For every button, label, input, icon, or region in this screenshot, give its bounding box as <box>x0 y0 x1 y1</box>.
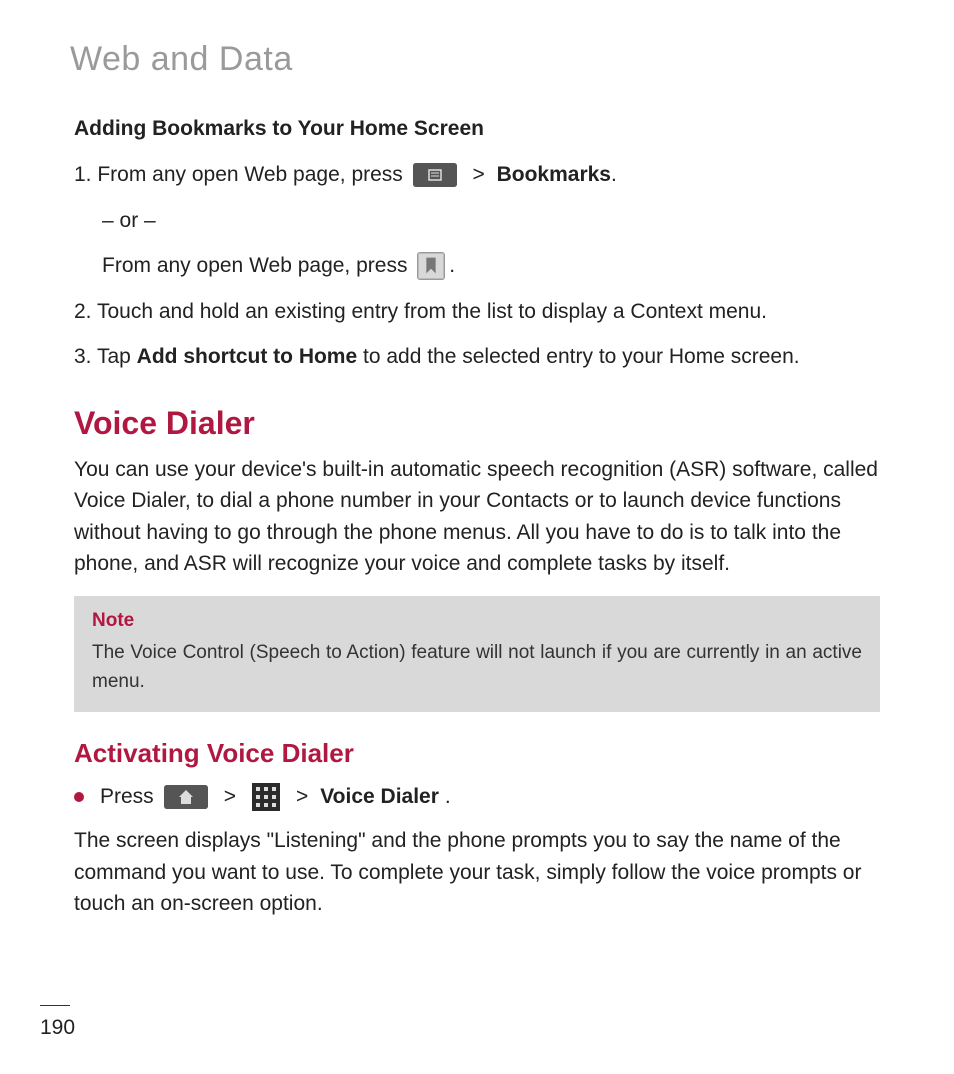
apps-grid-icon <box>252 783 280 811</box>
page-header: Web and Data <box>70 40 884 79</box>
step-1-alt: From any open Web page, press . <box>102 250 884 282</box>
step-3: 3. Tap Add shortcut to Home to add the s… <box>74 341 884 373</box>
press-instruction: Press > > Voice Dialer. <box>74 783 884 811</box>
voice-dialer-post: . <box>445 785 451 809</box>
note-text: The Voice Control (Speech to Action) fea… <box>92 638 862 697</box>
breadcrumb-separator: > <box>296 785 308 809</box>
step-3-post: to add the selected entry to your Home s… <box>357 345 799 368</box>
note-box: Note The Voice Control (Speech to Action… <box>74 596 880 713</box>
menu-key-icon <box>413 163 457 187</box>
step-1: 1. From any open Web page, press > Bookm… <box>74 159 884 191</box>
subsection-title: Adding Bookmarks to Your Home Screen <box>74 117 884 141</box>
add-shortcut-label: Add shortcut to Home <box>137 345 358 368</box>
bookmarks-label: Bookmarks <box>497 163 611 186</box>
step-1-post: . <box>611 163 617 186</box>
page-number: 190 <box>40 1016 75 1040</box>
note-label: Note <box>92 610 862 632</box>
step-1-text-pre: 1. From any open Web page, press <box>74 163 409 186</box>
step-1-alt-post: . <box>449 254 455 277</box>
step-2: 2. Touch and hold an existing entry from… <box>74 296 884 328</box>
manual-page: Web and Data Adding Bookmarks to Your Ho… <box>0 0 954 1074</box>
or-separator: – or – <box>102 205 884 237</box>
step-1-alt-text: From any open Web page, press <box>102 254 413 277</box>
home-key-icon <box>164 785 208 809</box>
bullet-icon <box>74 792 84 802</box>
breadcrumb-separator: > <box>224 785 236 809</box>
voice-dialer-label: Voice Dialer <box>320 785 439 809</box>
voice-dialer-body: You can use your device's built-in autom… <box>74 454 884 580</box>
voice-dialer-heading: Voice Dialer <box>74 405 884 442</box>
step-3-pre: 3. Tap <box>74 345 137 368</box>
footer-divider <box>40 1005 70 1006</box>
listening-body: The screen displays "Listening" and the … <box>74 825 884 920</box>
bookmark-icon <box>417 252 445 280</box>
press-label: Press <box>100 785 154 809</box>
breadcrumb-separator: > <box>472 163 484 186</box>
activating-voice-dialer-heading: Activating Voice Dialer <box>74 738 884 769</box>
